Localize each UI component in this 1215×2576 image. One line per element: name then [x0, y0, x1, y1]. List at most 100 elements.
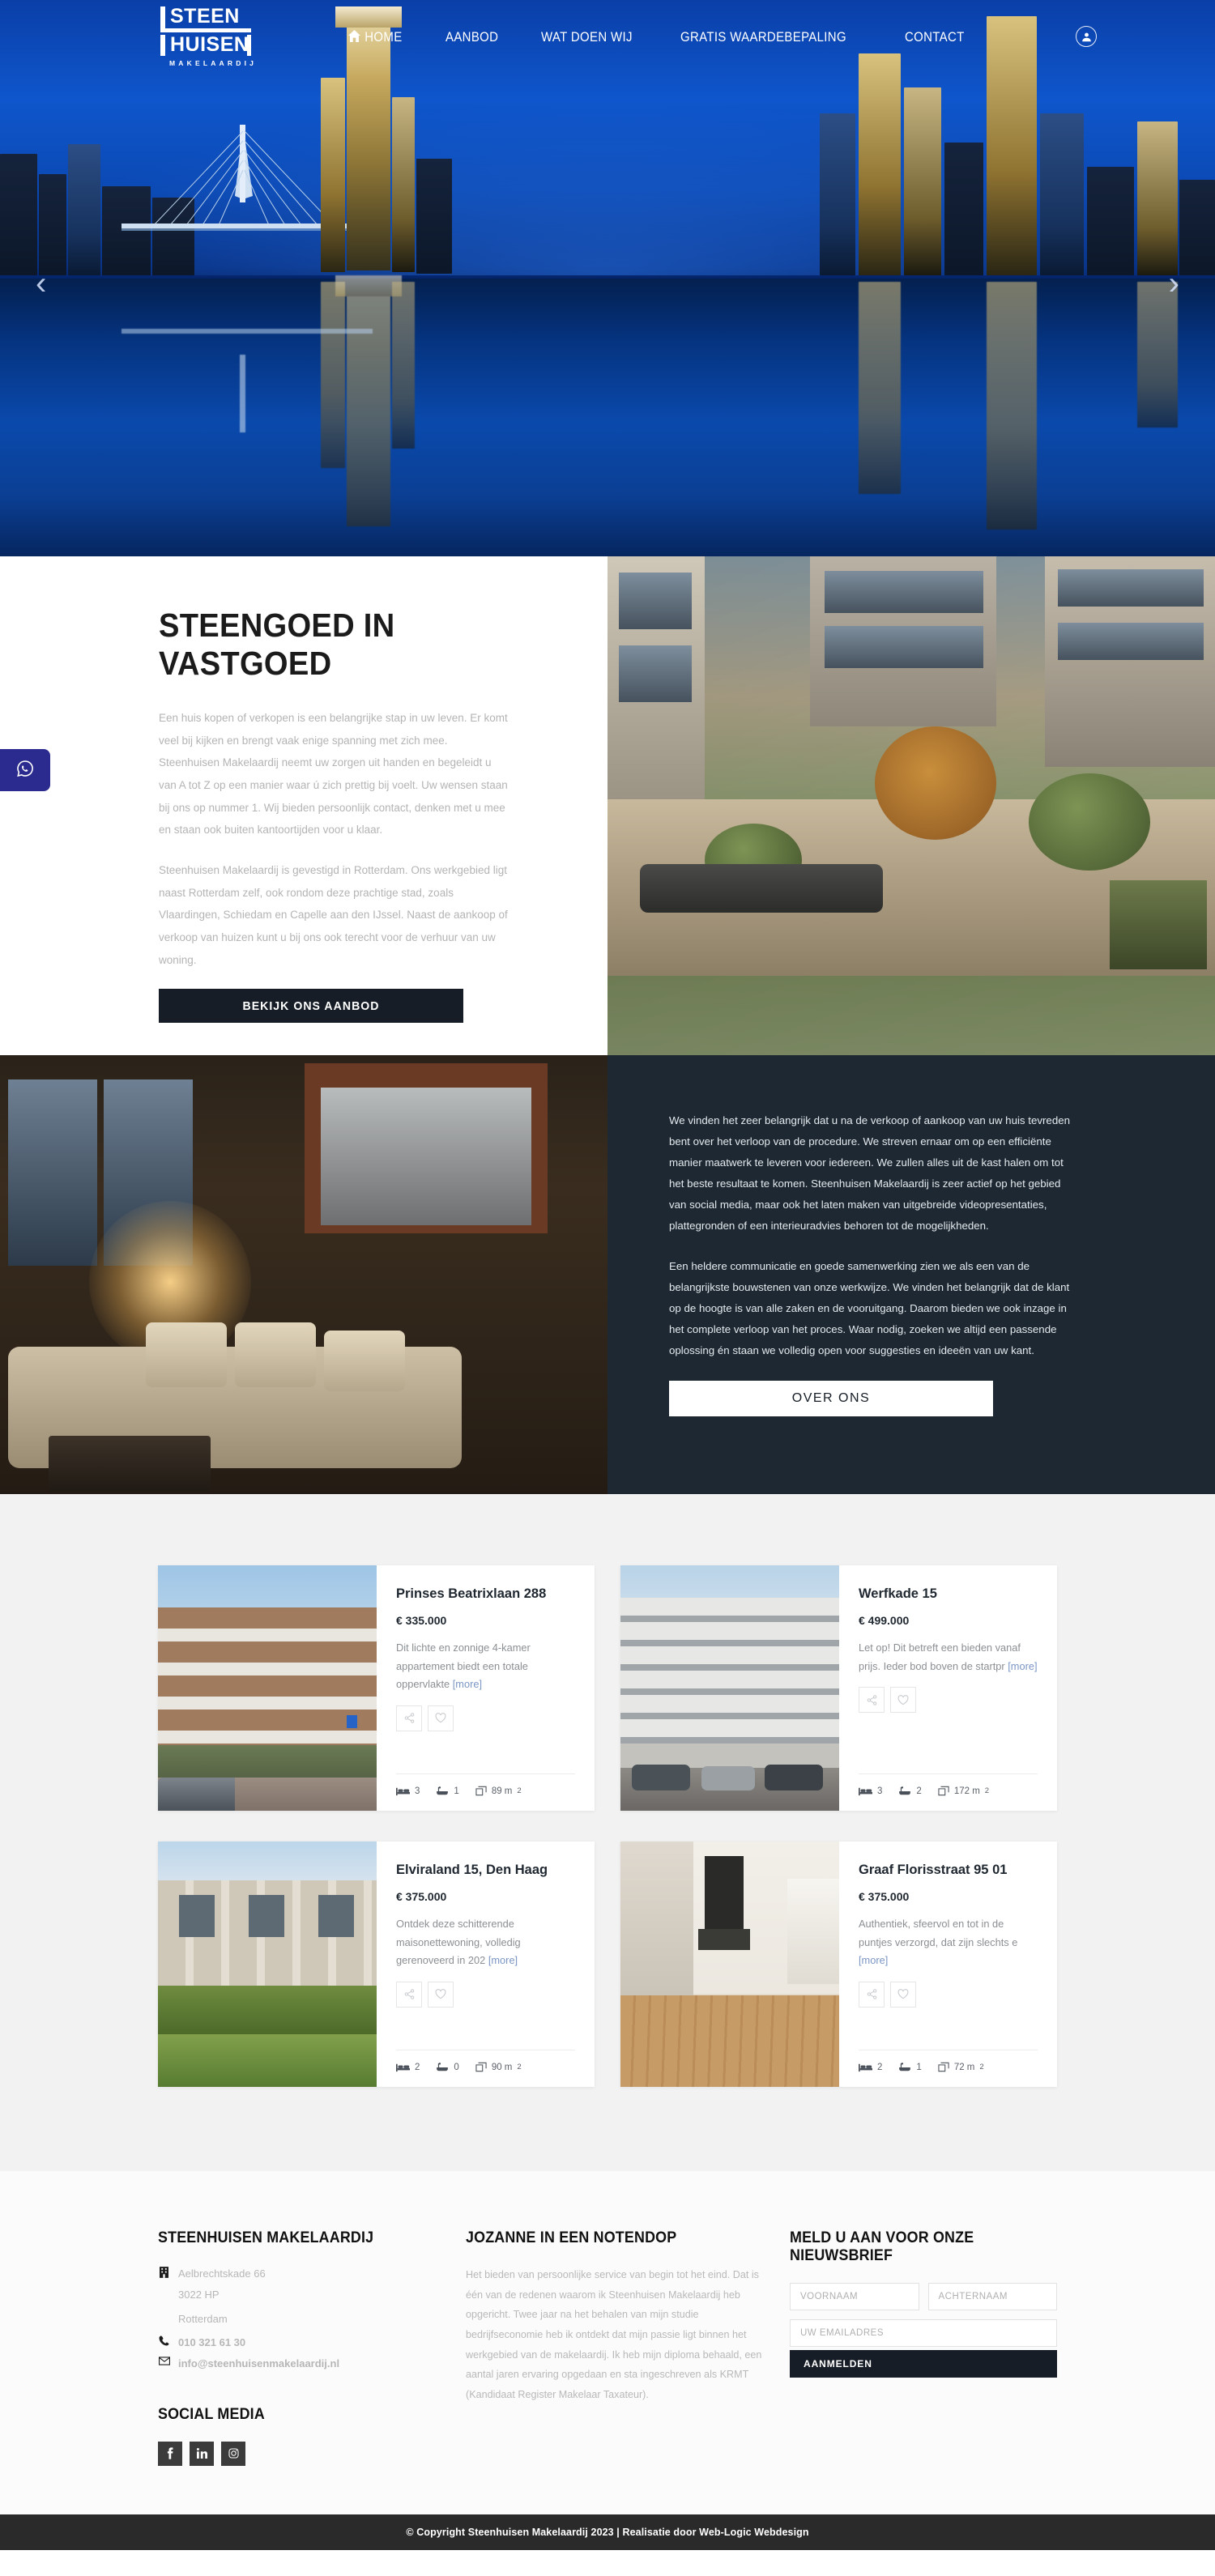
listing-more-link[interactable]: [more]	[1008, 1660, 1037, 1672]
listing-area: 89 m 2	[475, 1786, 522, 1796]
share-icon[interactable]	[396, 1981, 422, 2008]
footer-email-value: info@steenhuisenmakelaardij.nl	[178, 2357, 340, 2370]
logo-line-2: HUISEN	[160, 35, 251, 56]
whatsapp-icon	[15, 759, 35, 782]
listing-description-text: Let op! Dit betreft een bieden vanaf pri…	[859, 1641, 1021, 1672]
slider-next-arrow[interactable]: ›	[1169, 267, 1179, 300]
photo-detail	[8, 1079, 97, 1267]
listing-area-value: 72 m	[953, 2062, 975, 2072]
logo-subtitle: MAKELAARDIJ	[169, 59, 258, 67]
skyline-building	[904, 87, 941, 275]
listing-price: € 499.000	[859, 1614, 910, 1628]
copyright-bar: © Copyright Steenhuisen Makelaardij 2023…	[0, 2514, 1215, 2550]
listing-card[interactable]: Graaf Florisstraat 95 01 € 375.000 Authe…	[620, 1842, 1057, 2088]
listing-baths-value: 1	[916, 2062, 922, 2072]
nav-item-gratis-waardebepaling[interactable]: GRATIS WAARDEBEPALING	[680, 29, 846, 45]
listing-baths: 1	[898, 2062, 922, 2072]
listing-more-link[interactable]: [more]	[453, 1678, 482, 1690]
bed-icon	[396, 2063, 410, 2071]
heart-icon[interactable]	[890, 1687, 916, 1714]
skyline-building	[820, 113, 855, 275]
photo-detail	[324, 1331, 405, 1392]
logo-line-1: STEEN	[160, 6, 251, 32]
nav-item-aanbod[interactable]: AANBOD	[446, 29, 498, 45]
listing-body: Elviraland 15, Den Haag € 375.000 Ontdek…	[377, 1842, 595, 2087]
bekijk-ons-aanbod-button[interactable]: BEKIJK ONS AANBOD	[159, 989, 463, 1024]
photo-detail	[765, 1765, 823, 1791]
nav-item-wat-doen-wij[interactable]: WAT DOEN WIJ	[541, 29, 633, 45]
listing-card[interactable]: Elviraland 15, Den Haag € 375.000 Ontdek…	[158, 1842, 595, 2088]
intro-text-column: STEENGOED IN VASTGOED Een huis kopen of …	[0, 556, 608, 1055]
heart-icon[interactable]	[428, 1981, 454, 2008]
user-account-icon[interactable]	[1076, 26, 1097, 47]
site-header: STEEN HUISEN MAKELAARDIJ HOME AANBOD WAT…	[0, 0, 1215, 67]
footer-bio-heading: JOZANNE IN EEN NOTENDOP	[466, 2229, 677, 2247]
share-icon[interactable]	[859, 1687, 885, 1714]
reflection	[987, 282, 1037, 530]
nav-item-home[interactable]: HOME	[348, 29, 403, 46]
photo-detail	[158, 1986, 377, 2035]
intro-paragraph-1: Een huis kopen of verkopen is een belang…	[159, 712, 508, 837]
share-icon[interactable]	[396, 1705, 422, 1731]
linkedin-icon[interactable]	[190, 2441, 214, 2466]
footer-email[interactable]: info@steenhuisenmakelaardij.nl	[158, 2355, 450, 2373]
listing-beds-value: 2	[877, 2062, 883, 2072]
newsletter-lastname-input[interactable]: ACHTERNAAM	[927, 2283, 1057, 2311]
listing-area: 72 m 2	[938, 2062, 984, 2072]
photo-detail	[1058, 569, 1204, 607]
listing-card[interactable]: Werfkade 15 € 499.000 Let op! Dit betref…	[620, 1565, 1057, 1812]
newsletter-submit-button[interactable]: AANMELDEN	[790, 2350, 1057, 2378]
facebook-icon[interactable]	[158, 2441, 182, 2466]
slider-prev-arrow[interactable]: ‹	[36, 267, 46, 300]
photo-detail	[235, 1322, 316, 1388]
bath-icon	[437, 1786, 449, 1795]
site-logo[interactable]: STEEN HUISEN MAKELAARDIJ	[160, 6, 254, 67]
listing-price: € 375.000	[396, 1890, 447, 1904]
heart-icon[interactable]	[890, 1981, 916, 2008]
listing-card[interactable]: Prinses Beatrixlaan 288 € 335.000 Dit li…	[158, 1565, 595, 1812]
newsletter-email-input[interactable]: UW EMAILADRES	[790, 2319, 1057, 2348]
photo-detail	[321, 1088, 531, 1226]
listing-area-sup: 2	[984, 1786, 990, 1796]
skyline-building	[1040, 113, 1084, 275]
skyline-building	[1087, 167, 1134, 275]
main-navigation: HOME AANBOD WAT DOEN WIJ GRATIS WAARDEBE…	[348, 29, 973, 46]
listing-area-sup: 2	[979, 2063, 984, 2072]
listing-photo[interactable]	[620, 1842, 839, 2088]
footer-phone[interactable]: 010 321 61 30	[158, 2334, 450, 2352]
site-footer: STEENHUISEN MAKELAARDIJ Aelbrechtskade 6…	[0, 2171, 1215, 2514]
listing-photo[interactable]	[158, 1565, 377, 1812]
whatsapp-float-button[interactable]	[0, 749, 50, 791]
footer-address: Aelbrechtskade 66	[158, 2265, 450, 2283]
reflection	[859, 282, 901, 494]
listing-more-link[interactable]: [more]	[488, 1954, 518, 1966]
photo-detail	[620, 1995, 839, 2088]
photo-detail	[249, 1895, 284, 1938]
footer-company-column: STEENHUISEN MAKELAARDIJ Aelbrechtskade 6…	[158, 2229, 450, 2466]
nav-label-home: HOME	[364, 28, 403, 45]
heart-icon[interactable]	[428, 1705, 454, 1731]
photo-detail	[620, 1598, 839, 1744]
skyline-building	[39, 174, 66, 275]
photo-detail	[787, 1879, 839, 1985]
listing-photo[interactable]	[158, 1842, 377, 2088]
envelope-icon	[158, 2355, 170, 2366]
nav-item-contact[interactable]: CONTACT	[905, 29, 965, 45]
photo-detail	[49, 1436, 211, 1493]
share-icon[interactable]	[859, 1981, 885, 2008]
photo-detail	[1058, 623, 1204, 660]
listing-more-link[interactable]: [more]	[859, 1954, 888, 1966]
over-ons-button[interactable]: OVER ONS	[669, 1380, 993, 1416]
listing-baths-value: 1	[454, 1786, 459, 1796]
listing-photo[interactable]	[620, 1565, 839, 1812]
listing-title: Elviraland 15, Den Haag	[396, 1863, 548, 1878]
listing-description: Ontdek deze schitterende maisonettewonin…	[396, 1915, 575, 1969]
newsletter-firstname-input[interactable]: VOORNAAM	[790, 2283, 919, 2311]
bath-icon	[437, 2063, 449, 2071]
listing-beds: 3	[859, 1786, 882, 1796]
footer-address-line-2: 3022 HP	[178, 2289, 220, 2301]
instagram-icon[interactable]	[221, 2441, 245, 2466]
skyline-building	[416, 159, 452, 274]
listing-description-text: Authentiek, sfeervol en tot in de puntje…	[859, 1918, 1018, 1948]
footer-newsletter-column: MELD U AAN VOOR ONZE NIEUWSBRIEF VOORNAA…	[790, 2229, 1057, 2465]
